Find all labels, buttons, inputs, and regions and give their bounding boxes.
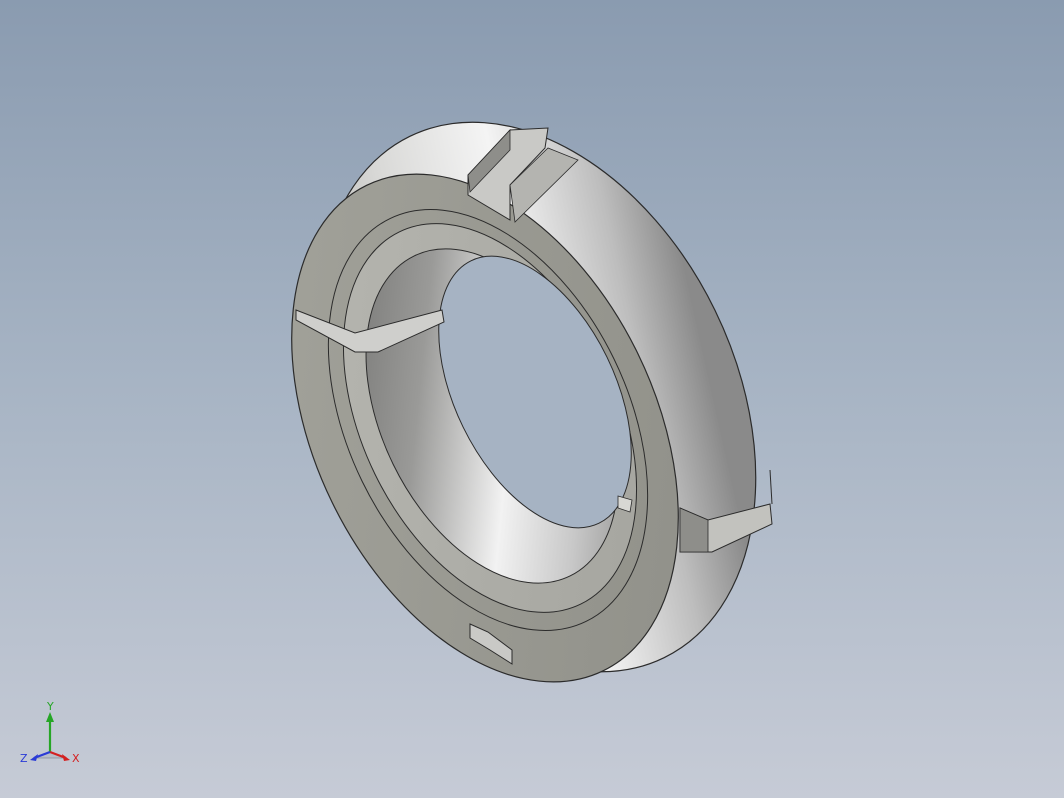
orientation-triad[interactable]: Y X Z	[18, 700, 88, 772]
x-arrow-icon	[62, 754, 70, 761]
y-arrow-icon	[46, 712, 54, 722]
y-axis-label: Y	[46, 700, 54, 713]
z-arrow-icon	[30, 754, 38, 761]
lock-nut-model[interactable]	[0, 0, 1064, 798]
z-axis-label: Z	[20, 752, 28, 765]
x-axis-label: X	[72, 752, 80, 765]
graphics-viewport[interactable]: Y X Z	[0, 0, 1064, 798]
